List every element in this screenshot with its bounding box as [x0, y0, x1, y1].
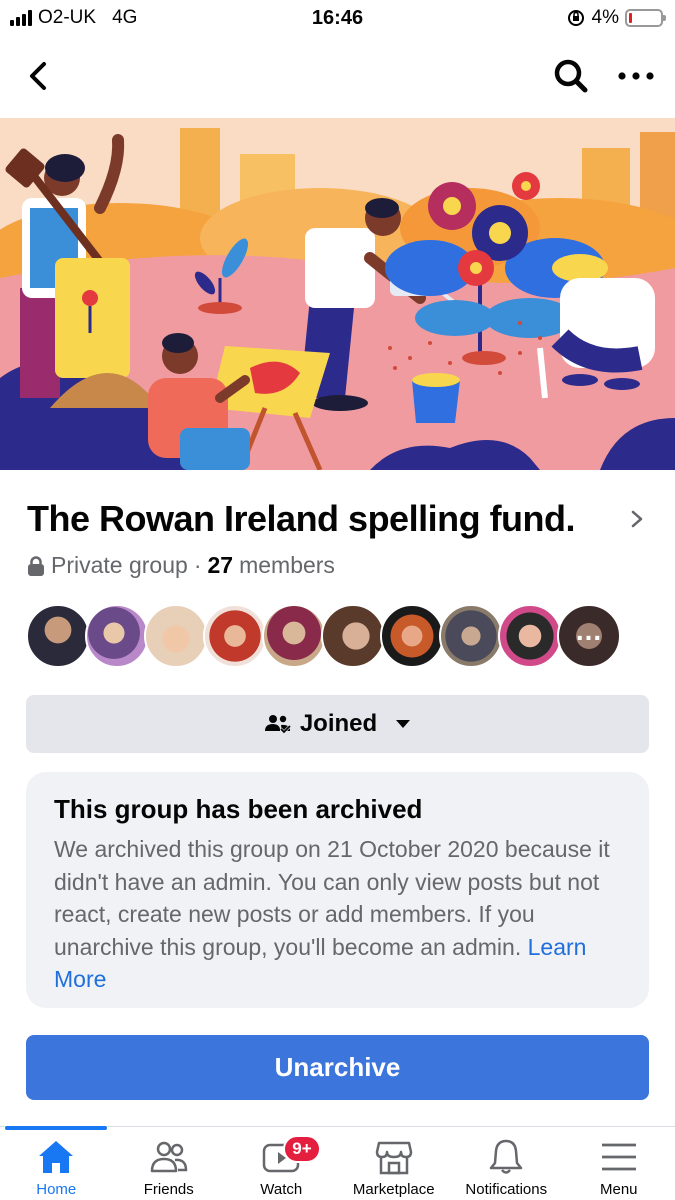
group-members-icon: [264, 715, 291, 735]
avatar[interactable]: [498, 604, 562, 668]
tab-menu[interactable]: Menu: [563, 1130, 675, 1200]
joined-button[interactable]: Joined: [26, 695, 649, 753]
tab-notifications[interactable]: Notifications: [450, 1130, 563, 1200]
members-label[interactable]: members: [239, 552, 335, 579]
avatar-more[interactable]: ...: [557, 604, 621, 668]
tab-label: Friends: [143, 1181, 194, 1198]
tab-label: Notifications: [465, 1181, 548, 1198]
archive-notice: This group has been archived We archived…: [26, 772, 649, 1008]
status-bar: O2-UK 4G 16:46 4%: [0, 0, 675, 36]
avatar[interactable]: [85, 604, 149, 668]
tab-friends[interactable]: Friends: [113, 1130, 226, 1200]
avatar[interactable]: [380, 604, 444, 668]
tab-home[interactable]: Home: [0, 1130, 113, 1200]
top-nav: [0, 40, 675, 112]
chevron-left-icon[interactable]: [24, 58, 56, 94]
tab-label: Watch: [260, 1181, 303, 1198]
group-cover-image[interactable]: [0, 118, 675, 470]
tab-marketplace[interactable]: Marketplace: [338, 1130, 451, 1200]
unarchive-button[interactable]: Unarchive: [26, 1035, 649, 1100]
status-time: 16:46: [311, 6, 364, 29]
avatar[interactable]: [439, 604, 503, 668]
menu-icon: [601, 1143, 636, 1171]
bell-icon: [490, 1139, 523, 1174]
avatar[interactable]: [203, 604, 267, 668]
watch-badge: 9+: [283, 1135, 321, 1163]
avatar[interactable]: [26, 604, 90, 668]
search-icon[interactable]: [551, 56, 591, 96]
orientation-lock-icon: [567, 10, 584, 26]
group-privacy: Private group: [51, 552, 188, 578]
tab-label: Menu: [599, 1181, 638, 1198]
chevron-right-icon: [631, 510, 643, 528]
member-count: 27: [207, 552, 234, 578]
member-avatars[interactable]: ...: [26, 604, 621, 668]
signal-icon: [10, 10, 32, 26]
group-meta: Private group · 27 members: [27, 552, 335, 579]
group-title-row[interactable]: The Rowan Ireland spelling fund.: [27, 498, 647, 540]
avatar[interactable]: [144, 604, 208, 668]
battery-percent: 4%: [591, 7, 619, 28]
more-members-icon: ...: [575, 615, 603, 646]
friends-icon: [150, 1141, 188, 1173]
lock-icon: [28, 555, 44, 576]
archive-body: We archived this group on 21 October 202…: [54, 833, 621, 996]
caret-down-icon: [396, 720, 411, 728]
archive-title: This group has been archived: [54, 794, 423, 824]
group-title: The Rowan Ireland spelling fund.: [27, 498, 576, 539]
home-icon: [39, 1141, 74, 1173]
tab-label: Home: [36, 1181, 77, 1198]
more-icon[interactable]: [616, 66, 656, 86]
bottom-tab-bar: Home Friends 9+ Watch Marketplace Notifi…: [0, 1130, 675, 1200]
tab-label: Marketplace: [352, 1181, 435, 1198]
network-type: 4G: [112, 7, 138, 28]
battery-icon: [625, 9, 666, 27]
marketplace-icon: [375, 1141, 412, 1175]
avatar[interactable]: [262, 604, 326, 668]
meta-separator: ·: [193, 552, 202, 578]
archive-body-text: We archived this group on 21 October 202…: [54, 836, 610, 960]
carrier-name: O2-UK: [38, 7, 97, 28]
cover-illustration: [0, 118, 675, 470]
avatar[interactable]: [321, 604, 385, 668]
joined-label: Joined: [299, 710, 378, 737]
tab-watch[interactable]: 9+ Watch: [225, 1130, 338, 1200]
